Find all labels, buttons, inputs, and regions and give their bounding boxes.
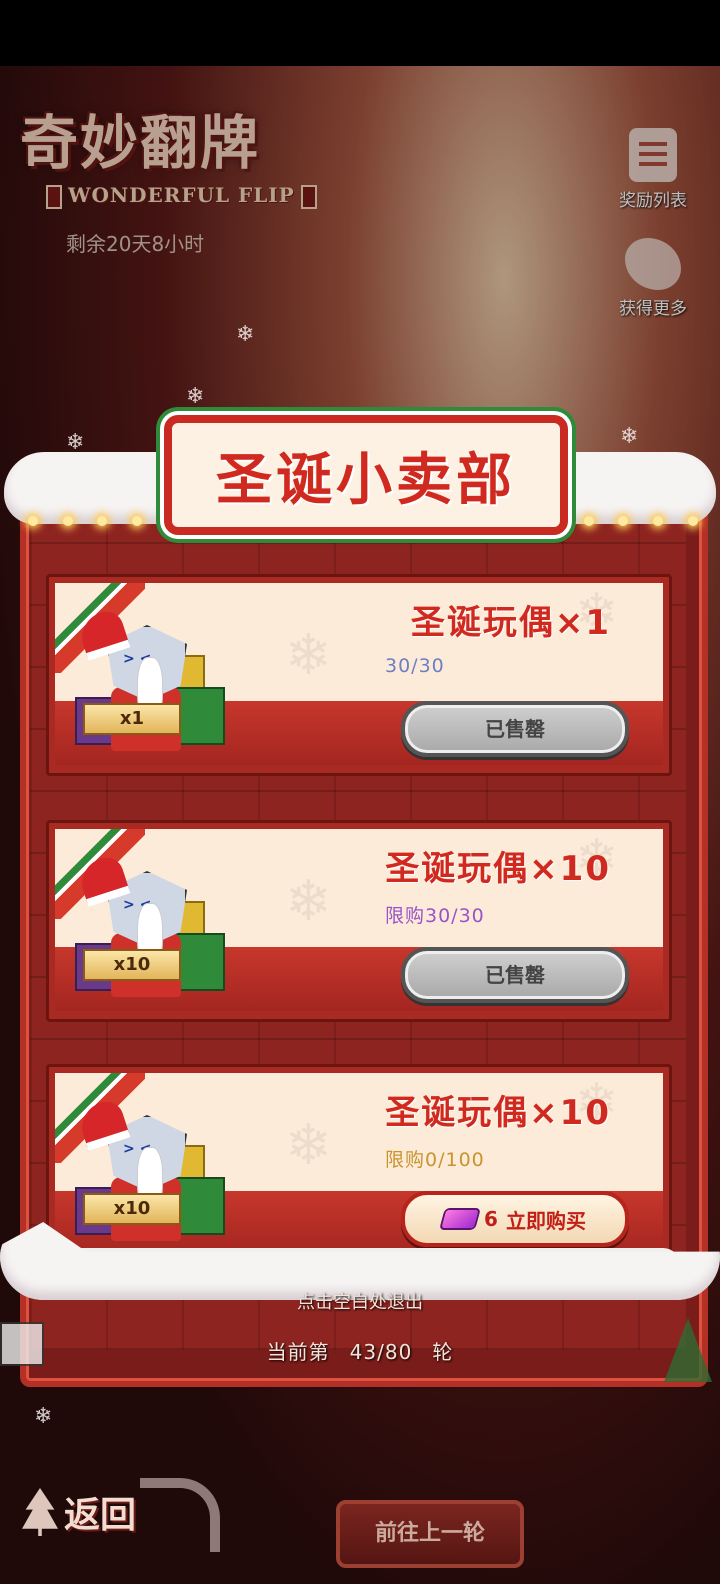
item-name: 圣诞玩偶×10 [385,1093,611,1133]
price-text: 6 [484,1207,498,1231]
candy-cane-decoration [140,1478,220,1552]
exit-hint: 点击空白处退出 [297,1292,423,1313]
shop-title-plate: 圣诞小卖部 [164,415,568,535]
sold-out-button[interactable]: 已售罄 [401,947,629,1003]
quantity-plate: x1 [83,703,181,735]
item-limit: 限购30/30 [385,905,485,927]
shop-title: 圣诞小卖部 [216,447,516,513]
item-name: 圣诞玩偶×1 [410,603,611,643]
round-prefix: 当前第 [266,1340,330,1364]
status-bar [0,0,720,66]
snowflake-icon: ❄ [34,1404,53,1429]
sold-out-button[interactable]: 已售罄 [401,701,629,757]
round-suffix: 轮 [432,1340,454,1364]
tree-icon [22,1488,58,1536]
round-info: 当前第 43/80 轮 [0,1336,720,1365]
shop-item-card: > < x1 圣诞玩偶×1 30/30 已售罄 [46,574,672,776]
item-limit: 30/30 [385,655,445,677]
quantity-plate: x10 [83,949,181,981]
box-character-decoration [0,1322,44,1366]
quantity-plate: x10 [83,1193,181,1225]
buy-now-label: 立即购买 [505,1208,586,1233]
gem-icon [441,1210,479,1228]
item-name: 圣诞玩偶×10 [385,849,611,889]
round-value: 43/80 [349,1340,413,1364]
snowflake-icon: ❄ [236,322,255,347]
shop-item-card: > < x10 圣诞玩偶×10 限购30/30 已售罄 [46,820,672,1022]
shop-item-card: > < x10 圣诞玩偶×10 限购0/100 6 立即购买 [46,1064,672,1266]
back-label: 返回 [64,1495,137,1536]
buy-now-button[interactable]: 6 立即购买 [401,1191,629,1247]
snowflake-icon: ❄ [620,424,639,449]
prev-round-button[interactable]: 前往上一轮 [336,1500,524,1568]
item-limit: 限购0/100 [385,1149,485,1171]
snowflake-icon: ❄ [186,384,205,409]
